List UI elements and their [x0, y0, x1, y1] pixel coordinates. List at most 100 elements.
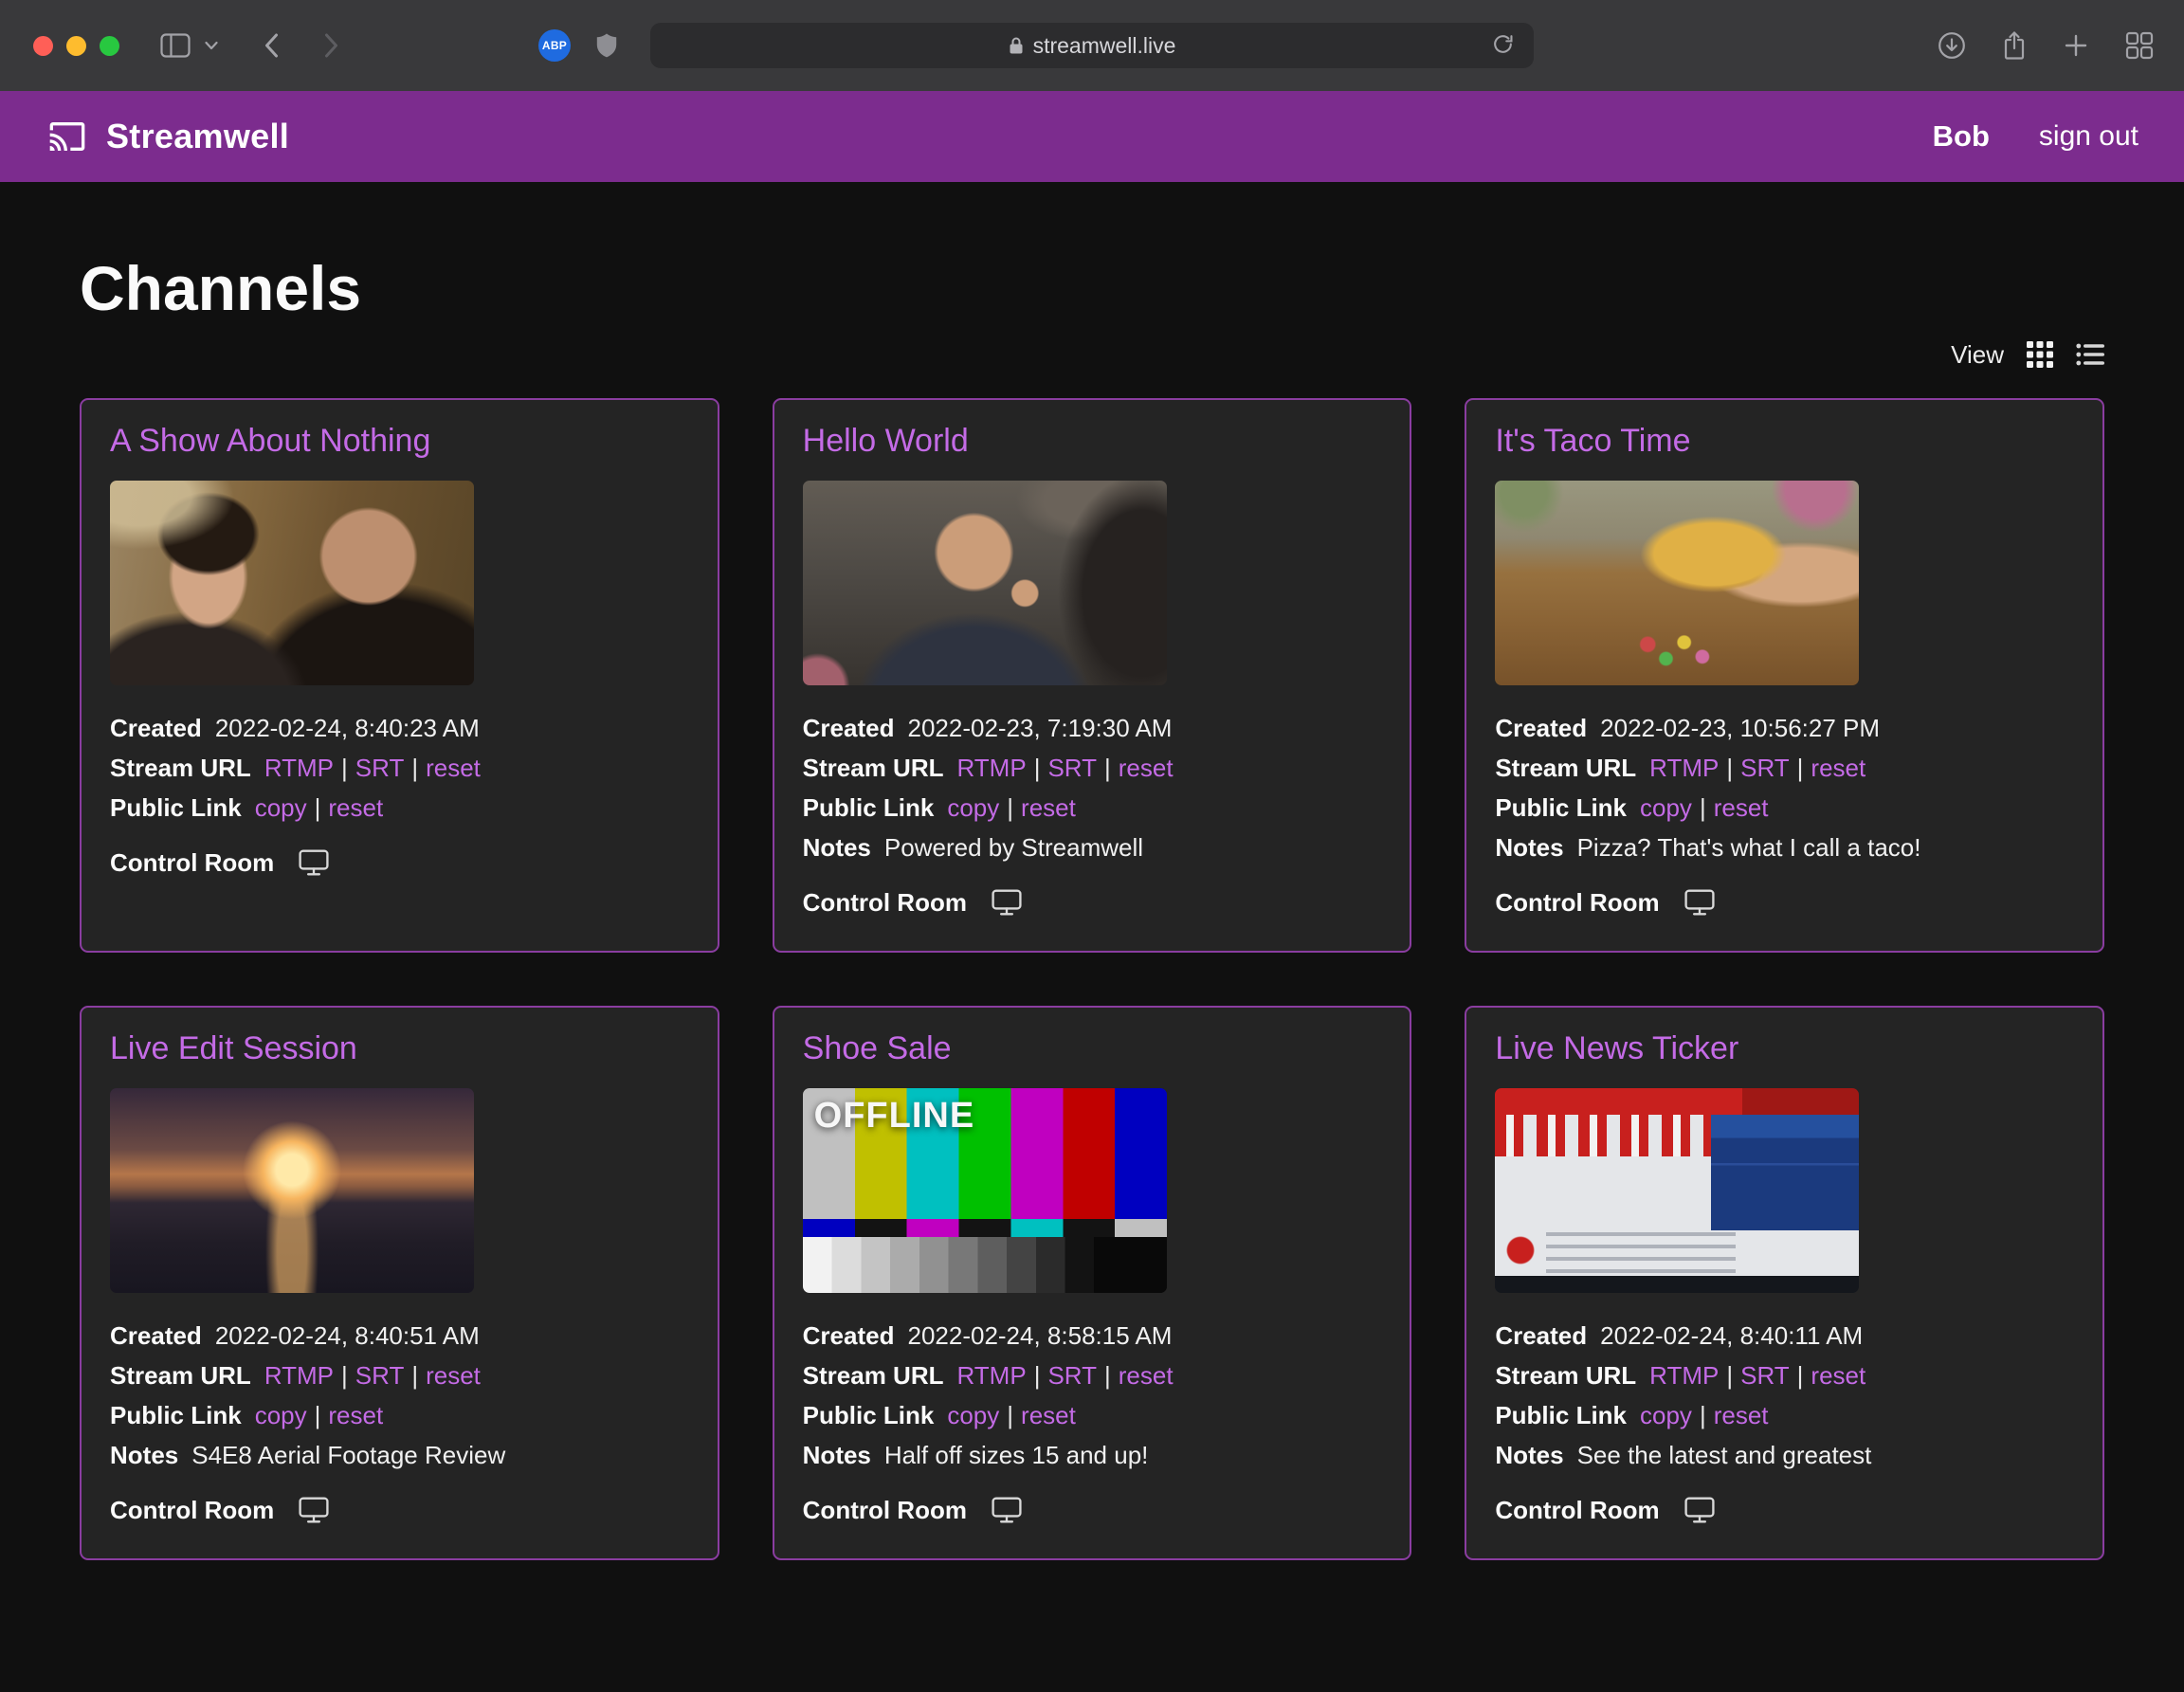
created-label: Created [110, 708, 202, 748]
public-link-row: Public Link copy|reset [110, 1395, 689, 1435]
copy-link[interactable]: copy [947, 1401, 999, 1429]
window-controls [33, 36, 119, 56]
zoom-window-button[interactable] [100, 36, 119, 56]
list-view-button[interactable] [2076, 342, 2104, 367]
channel-title[interactable]: Hello World [803, 423, 1382, 460]
public-link-reset-link[interactable]: reset [1021, 1401, 1076, 1429]
forward-button[interactable] [324, 33, 339, 58]
srt-link[interactable]: SRT [355, 1361, 405, 1390]
stream-url-row: Stream URL RTMP|SRT|reset [1495, 1355, 2074, 1395]
rtmp-link[interactable]: RTMP [956, 1361, 1026, 1390]
rtmp-link[interactable]: RTMP [956, 754, 1026, 782]
srt-link[interactable]: SRT [1047, 1361, 1097, 1390]
adblock-extension-icon[interactable]: ABP [538, 29, 571, 62]
separator: | [1700, 793, 1706, 822]
stream-url-reset-link[interactable]: reset [426, 1361, 481, 1390]
channel-title[interactable]: A Show About Nothing [110, 423, 689, 460]
public-link-reset-link[interactable]: reset [1714, 793, 1769, 822]
control-room-row[interactable]: Control Room [110, 1490, 689, 1530]
srt-link[interactable]: SRT [355, 754, 405, 782]
monitor-icon[interactable] [992, 1497, 1022, 1523]
new-tab-button[interactable] [2063, 32, 2089, 59]
sidebar-icon [160, 33, 191, 58]
created-row: Created 2022-02-24, 8:58:15 AM [803, 1316, 1382, 1355]
monitor-icon[interactable] [1684, 889, 1715, 916]
public-link-links: copy|reset [947, 788, 1076, 828]
public-link-label: Public Link [1495, 788, 1627, 828]
notes-value: S4E8 Aerial Footage Review [191, 1435, 505, 1475]
notes-row: Notes S4E8 Aerial Footage Review [110, 1435, 689, 1475]
channel-thumbnail[interactable] [110, 481, 474, 685]
stream-url-reset-link[interactable]: reset [1119, 754, 1174, 782]
stream-url-reset-link[interactable]: reset [1119, 1361, 1174, 1390]
brand[interactable]: Streamwell [46, 117, 289, 156]
stream-url-reset-link[interactable]: reset [1811, 1361, 1866, 1390]
srt-link[interactable]: SRT [1740, 1361, 1790, 1390]
channel-thumbnail[interactable] [803, 481, 1167, 685]
share-button[interactable] [2002, 30, 2027, 61]
monitor-icon[interactable] [299, 849, 329, 876]
browser-chrome: ABP streamwell.live [0, 0, 2184, 91]
control-room-row[interactable]: Control Room [1495, 1490, 2074, 1530]
rtmp-link[interactable]: RTMP [264, 754, 334, 782]
public-link-label: Public Link [110, 788, 242, 828]
public-link-reset-link[interactable]: reset [1714, 1401, 1769, 1429]
tab-overview-button[interactable] [2125, 31, 2154, 60]
tab-overview-icon [2125, 31, 2154, 60]
rtmp-link[interactable]: RTMP [264, 1361, 334, 1390]
copy-link[interactable]: copy [255, 1401, 307, 1429]
privacy-shield-button[interactable] [595, 32, 618, 59]
control-room-row[interactable]: Control Room [803, 882, 1382, 922]
channel-title[interactable]: Live News Ticker [1495, 1030, 2074, 1067]
copy-link[interactable]: copy [1640, 1401, 1692, 1429]
sidebar-toggle-button[interactable] [160, 33, 191, 58]
copy-link[interactable]: copy [255, 793, 307, 822]
channel-meta: Created 2022-02-24, 8:58:15 AM Stream UR… [803, 1316, 1382, 1530]
close-window-button[interactable] [33, 36, 53, 56]
public-link-row: Public Link copy|reset [1495, 1395, 2074, 1435]
created-row: Created 2022-02-23, 7:19:30 AM [803, 708, 1382, 748]
channel-title[interactable]: Live Edit Session [110, 1030, 689, 1067]
channel-card: Hello World Created 2022-02-23, 7:19:30 … [773, 398, 1412, 953]
separator: | [1007, 1401, 1013, 1429]
copy-link[interactable]: copy [947, 793, 999, 822]
public-link-links: copy|reset [255, 788, 384, 828]
stream-url-reset-link[interactable]: reset [426, 754, 481, 782]
sidebar-chevron-button[interactable] [205, 41, 218, 50]
back-button[interactable] [264, 33, 279, 58]
public-link-reset-link[interactable]: reset [328, 793, 383, 822]
downloads-button[interactable] [1938, 31, 1966, 60]
public-link-reset-link[interactable]: reset [328, 1401, 383, 1429]
control-room-row[interactable]: Control Room [110, 843, 689, 882]
rtmp-link[interactable]: RTMP [1649, 1361, 1719, 1390]
user-name[interactable]: Bob [1933, 119, 1990, 154]
channel-thumbnail[interactable] [1495, 481, 1859, 685]
sign-out-link[interactable]: sign out [2039, 120, 2138, 153]
channel-card: Live News Ticker Created 2022-02-24, 8:4… [1465, 1006, 2104, 1560]
channel-thumbnail[interactable] [110, 1088, 474, 1293]
separator: | [1104, 754, 1111, 782]
channel-title[interactable]: It's Taco Time [1495, 423, 2074, 460]
stream-url-reset-link[interactable]: reset [1811, 754, 1866, 782]
list-view-icon [2076, 342, 2104, 367]
srt-link[interactable]: SRT [1740, 754, 1790, 782]
created-label: Created [110, 1316, 202, 1355]
monitor-icon[interactable] [992, 889, 1022, 916]
address-bar[interactable]: streamwell.live [650, 23, 1534, 68]
notes-value: Powered by Streamwell [884, 828, 1143, 867]
minimize-window-button[interactable] [66, 36, 86, 56]
channel-thumbnail[interactable]: OFFLINE [803, 1088, 1167, 1293]
monitor-icon[interactable] [1684, 1497, 1715, 1523]
control-room-row[interactable]: Control Room [1495, 882, 2074, 922]
reload-button[interactable] [1485, 31, 1520, 60]
monitor-icon[interactable] [299, 1497, 329, 1523]
public-link-reset-link[interactable]: reset [1021, 793, 1076, 822]
grid-view-button[interactable] [2027, 341, 2053, 368]
stream-url-row: Stream URL RTMP|SRT|reset [1495, 748, 2074, 788]
rtmp-link[interactable]: RTMP [1649, 754, 1719, 782]
srt-link[interactable]: SRT [1047, 754, 1097, 782]
channel-thumbnail[interactable] [1495, 1088, 1859, 1293]
channel-title[interactable]: Shoe Sale [803, 1030, 1382, 1067]
copy-link[interactable]: copy [1640, 793, 1692, 822]
control-room-row[interactable]: Control Room [803, 1490, 1382, 1530]
